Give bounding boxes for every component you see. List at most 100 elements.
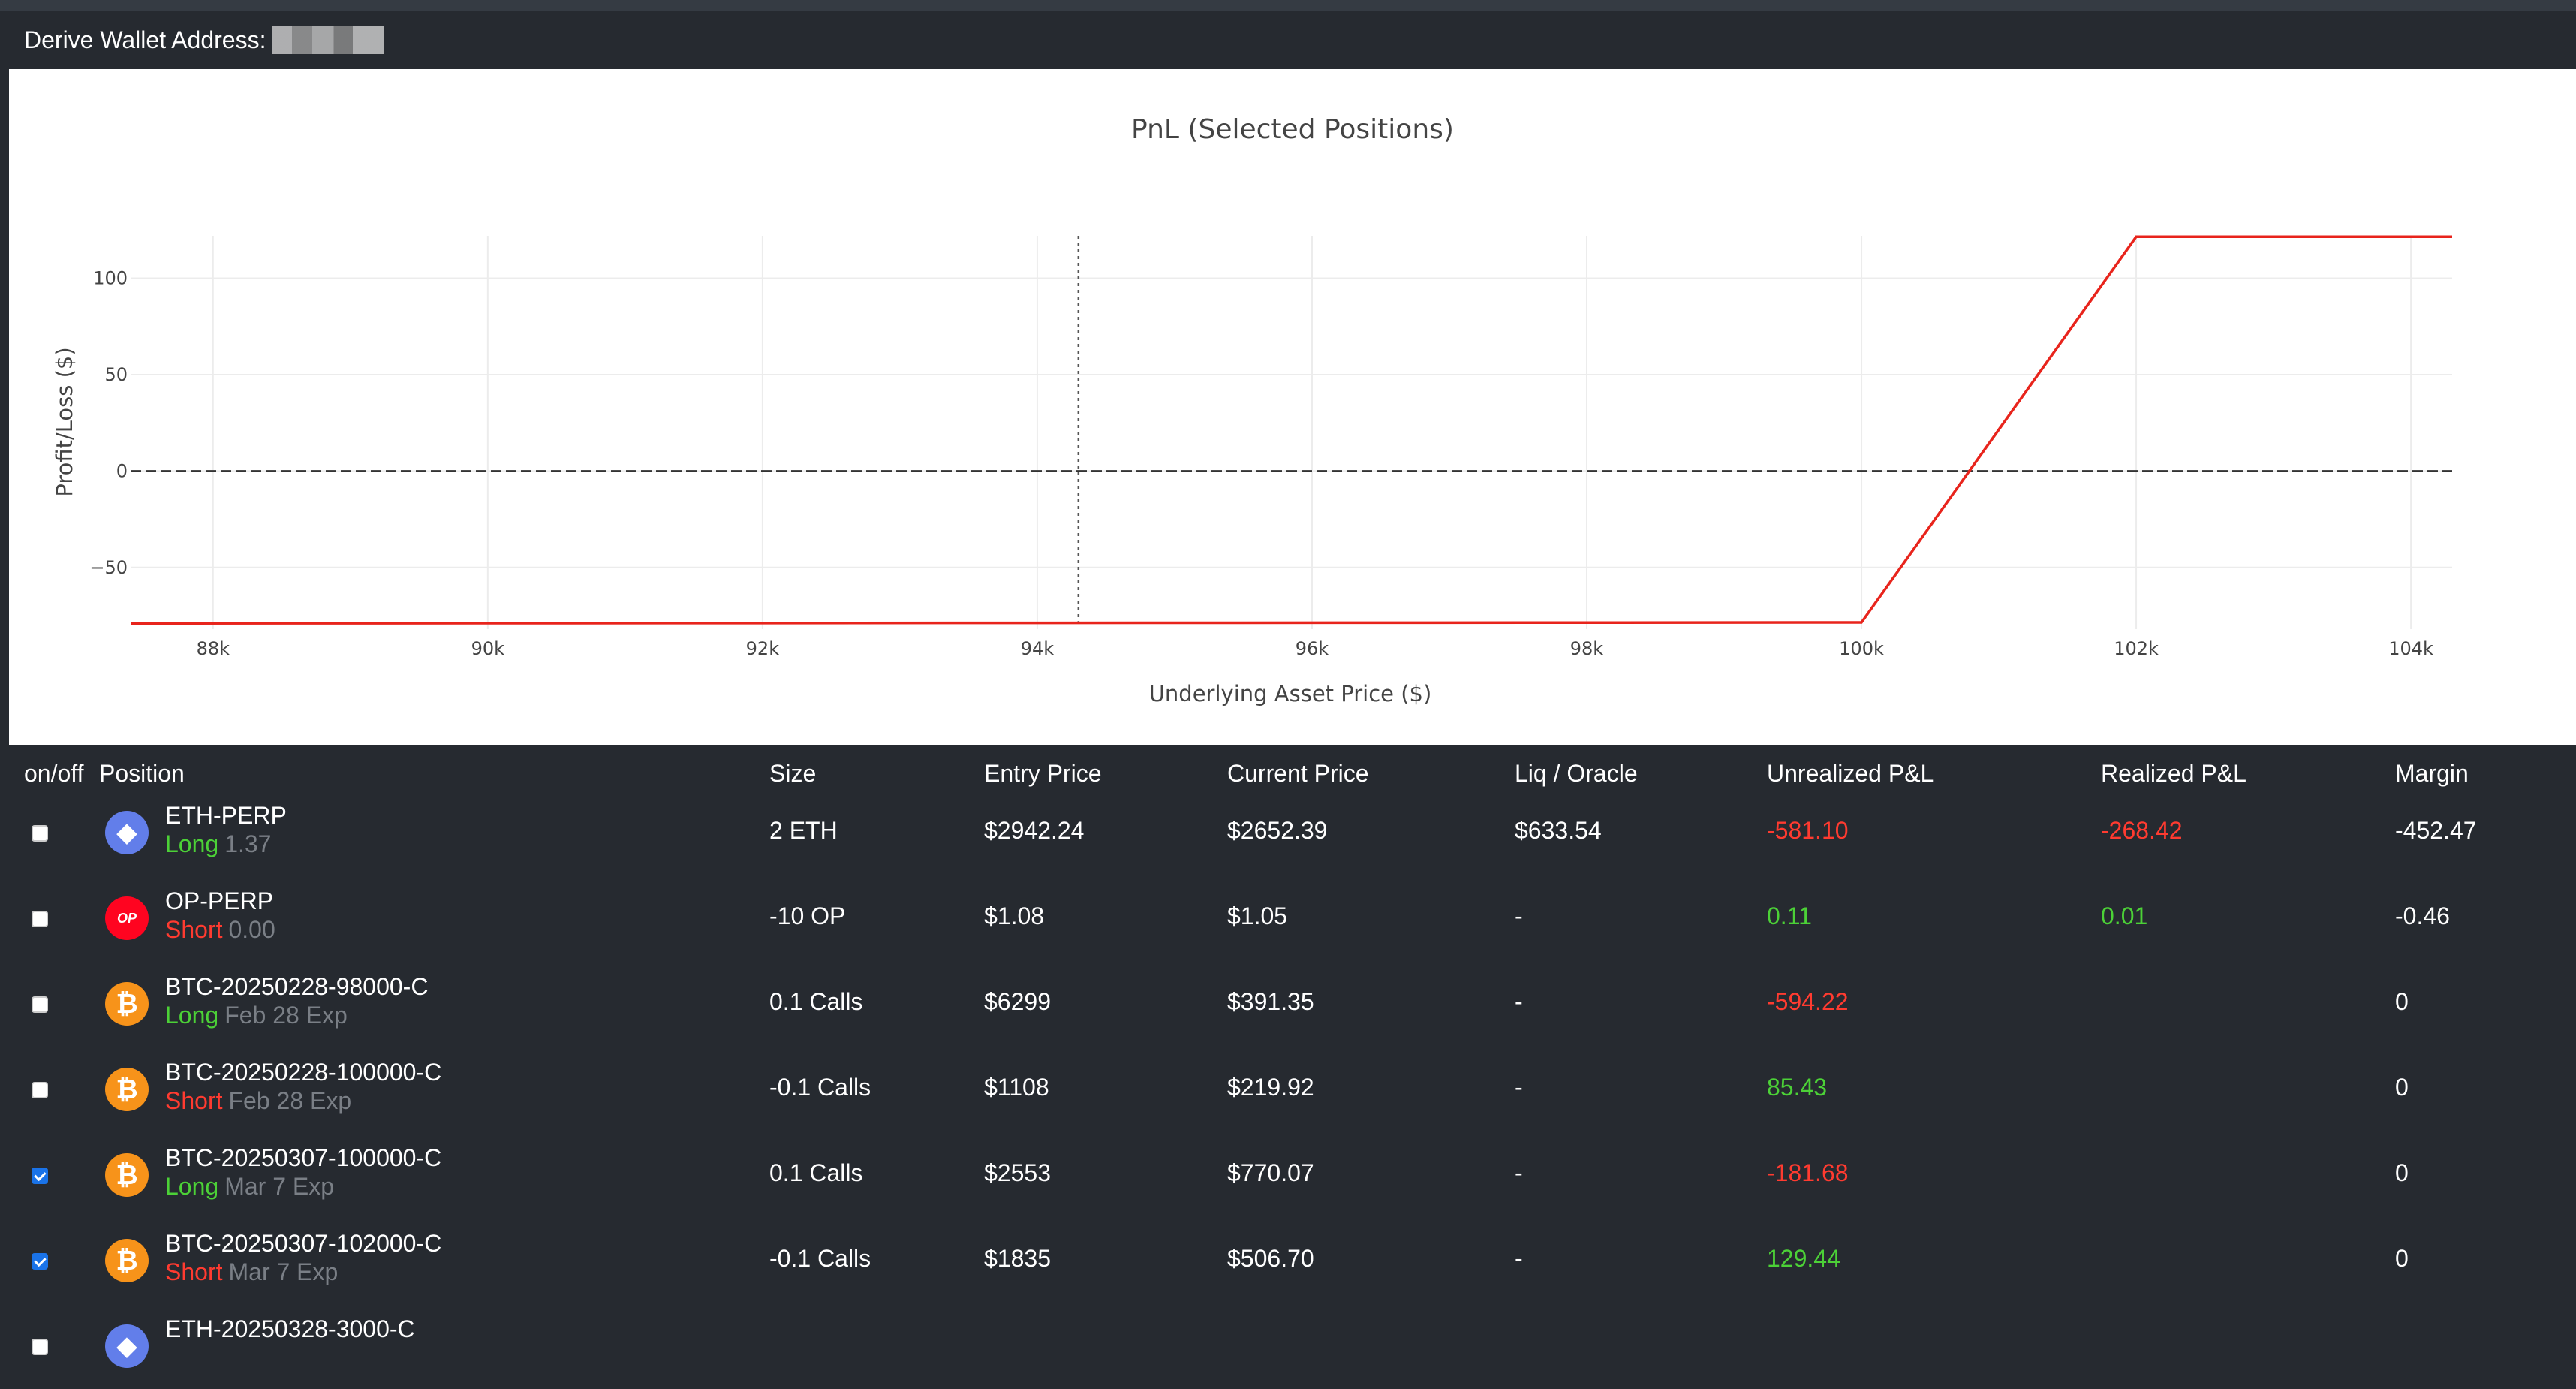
current-price-cell: $2652.39 [1227, 817, 1328, 844]
position-subline: Short 0.00 [165, 916, 275, 944]
entry-price-cell: $1835 [984, 1245, 1051, 1272]
current-price-cell: $219.92 [1227, 1074, 1314, 1101]
position-detail: Feb 28 Exp [224, 1002, 348, 1029]
wallet-address-label: Derive Wallet Address: [24, 26, 266, 53]
position-toggle-checkbox[interactable] [32, 996, 48, 1013]
position-toggle-checkbox[interactable] [32, 825, 48, 842]
entry-price-cell: $1.08 [984, 902, 1045, 930]
position-side: Short [165, 916, 223, 943]
col-header-size: Size [769, 760, 817, 787]
col-header-margin: Margin [2395, 760, 2469, 787]
position-name: ETH-20250328-3000-C [165, 1315, 415, 1342]
pnl-chart[interactable]: PnL (Selected Positions) 88k 90k 92k 94k 96k… [9, 69, 2576, 745]
position-name: ETH-PERP [165, 802, 287, 829]
size-cell: 0.1 Calls [769, 1159, 863, 1186]
unrealized-pnl-cell: 85.43 [1767, 1074, 1828, 1101]
table-row[interactable]: ₿ BTC-20250228-98000-C Long Feb 28 Exp 0.1 C… [9, 961, 2576, 1047]
current-price-cell: $770.07 [1227, 1159, 1314, 1186]
positions-table: on/off Position Size Entry Price Current… [9, 745, 2576, 1368]
position-name: BTC-20250228-98000-C [165, 973, 429, 1000]
col-header-liq-oracle: Liq / Oracle [1515, 760, 1638, 787]
liq-oracle-cell: - [1515, 1245, 1523, 1272]
realized-pnl-cell: -268.42 [2101, 817, 2183, 844]
position-name: BTC-20250228-100000-C [165, 1059, 442, 1086]
realized-pnl-cell: 0.01 [2101, 902, 2148, 930]
y-tick-label: 50 [104, 364, 128, 385]
position-subline: Long Mar 7 Exp [165, 1173, 334, 1201]
margin-cell: 0 [2395, 988, 2409, 1015]
table-row[interactable]: OP OP-PERP Short 0.00 -10 OP $1.08 $1.05 - 0.11 0… [9, 875, 2576, 961]
position-toggle-checkbox[interactable] [32, 1253, 48, 1270]
table-row[interactable]: ₿ BTC-20250228-100000-C Short Feb 28 Exp -0.… [9, 1047, 2576, 1132]
position-detail: Feb 28 Exp [228, 1087, 352, 1114]
entry-price-cell: $1108 [984, 1074, 1049, 1101]
pnl-series-line [130, 235, 2452, 625]
liq-oracle-cell: - [1515, 1159, 1523, 1186]
col-header-entry-price: Entry Price [984, 760, 1102, 787]
wallet-header: Derive Wallet Address: [9, 11, 2576, 69]
position-detail: Mar 7 Exp [224, 1173, 335, 1200]
size-cell: -10 OP [769, 902, 846, 930]
liq-oracle-cell: - [1515, 1074, 1523, 1101]
x-tick-label: 98k [1570, 638, 1604, 659]
position-side: Long [165, 1002, 219, 1029]
liq-oracle-cell: $633.54 [1515, 817, 1602, 844]
current-price-cell: $1.05 [1227, 902, 1288, 930]
position-subline: Short Feb 28 Exp [165, 1087, 351, 1115]
table-row[interactable]: ◆ ETH-PERP Long 1.37 2 ETH $2942.24 $2652.39 $6… [9, 790, 2576, 875]
position-toggle-checkbox[interactable] [32, 911, 48, 927]
y-tick-label: 100 [93, 268, 128, 289]
position-toggle-checkbox[interactable] [32, 1082, 48, 1098]
chart-title: PnL (Selected Positions) [1131, 114, 1454, 145]
col-header-current-price: Current Price [1227, 760, 1369, 787]
position-side: Long [165, 1173, 219, 1200]
x-tick-label: 102k [2114, 638, 2159, 659]
current-price-cell: $391.35 [1227, 988, 1314, 1015]
btc-coin-icon: ₿ [105, 982, 149, 1026]
table-row[interactable]: ₿ BTC-20250307-100000-C Long Mar 7 Exp 0.1 C… [9, 1132, 2576, 1218]
pnl-chart-panel: PnL (Selected Positions) 88k 90k 92k 94k 96k… [9, 69, 2576, 745]
col-header-unrealized-pnl: Unrealized P&L [1767, 760, 1934, 787]
window-top-strip [0, 0, 2576, 11]
unrealized-pnl-cell: 0.11 [1767, 902, 1812, 930]
x-tick-label: 100k [1839, 638, 1884, 659]
position-toggle-checkbox[interactable] [32, 1168, 48, 1184]
position-name: BTC-20250307-100000-C [165, 1144, 442, 1171]
position-subline: Short Mar 7 Exp [165, 1258, 338, 1286]
x-tick-label: 94k [1021, 638, 1055, 659]
size-cell: 0.1 Calls [769, 988, 863, 1015]
unrealized-pnl-cell: -181.68 [1767, 1159, 1849, 1186]
btc-coin-icon: ₿ [105, 1239, 149, 1282]
y-tick-label: 0 [116, 460, 128, 481]
op-coin-icon: OP [105, 896, 149, 940]
x-tick-label: 92k [746, 638, 780, 659]
btc-coin-icon: ₿ [105, 1068, 149, 1111]
position-name: OP-PERP [165, 887, 274, 914]
x-tick-label: 96k [1296, 638, 1329, 659]
table-row[interactable]: ◆ ETH-20250328-3000-C [9, 1303, 2576, 1389]
unrealized-pnl-cell: -581.10 [1767, 817, 1849, 844]
col-header-onoff: on/off [24, 760, 84, 787]
eth-coin-icon: ◆ [105, 1324, 149, 1368]
margin-cell: 0 [2395, 1074, 2409, 1101]
position-detail: 1.37 [224, 830, 272, 857]
eth-coin-icon: ◆ [105, 811, 149, 854]
col-header-realized-pnl: Realized P&L [2101, 760, 2246, 787]
x-axis-title: Underlying Asset Price ($) [1149, 681, 1432, 707]
margin-cell: -452.47 [2395, 817, 2477, 844]
btc-coin-icon: ₿ [105, 1153, 149, 1197]
liq-oracle-cell: - [1515, 902, 1523, 930]
margin-cell: -0.46 [2395, 902, 2450, 930]
position-toggle-checkbox[interactable] [32, 1339, 48, 1355]
size-cell: -0.1 Calls [769, 1074, 871, 1101]
x-tick-label: 104k [2388, 638, 2433, 659]
table-row[interactable]: ₿ BTC-20250307-102000-C Short Mar 7 Exp -0.1… [9, 1218, 2576, 1303]
position-name: BTC-20250307-102000-C [165, 1230, 442, 1257]
entry-price-cell: $2942.24 [984, 817, 1085, 844]
wallet-address-redacted [272, 26, 385, 54]
x-tick-label: 90k [471, 638, 505, 659]
position-side: Long [165, 830, 219, 857]
y-axis-title: Profit/Loss ($) [52, 347, 77, 496]
position-subline [165, 1344, 171, 1372]
x-tick-label: 88k [197, 638, 230, 659]
